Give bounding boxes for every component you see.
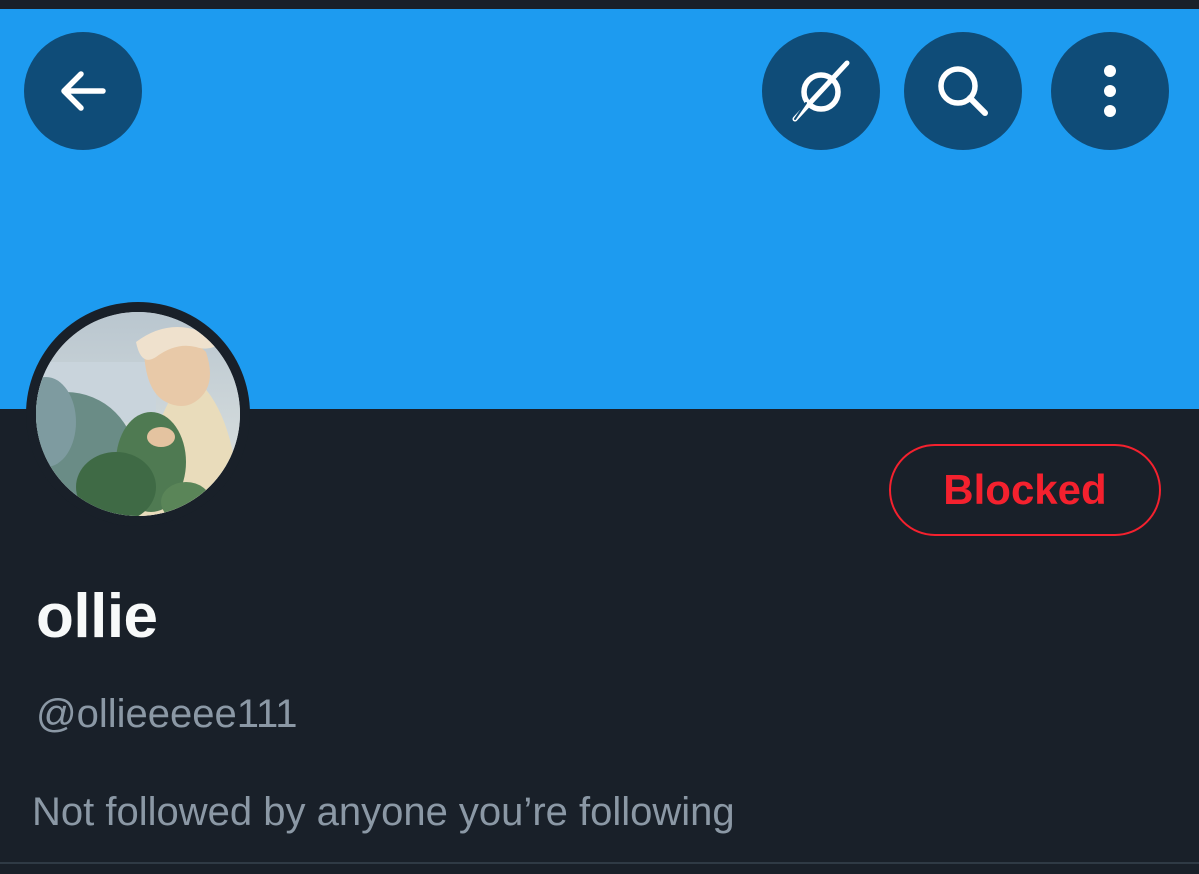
more-vertical-icon: [1104, 65, 1116, 117]
more-options-button[interactable]: [1051, 32, 1169, 150]
blocked-button-label: Blocked: [943, 466, 1107, 513]
grok-icon: [792, 60, 850, 122]
grok-button[interactable]: [762, 32, 880, 150]
profile-page: Blocked ollie @ollieeeee111 Not followed…: [0, 0, 1199, 874]
search-button[interactable]: [904, 32, 1022, 150]
back-button[interactable]: [24, 32, 142, 150]
profile-handle: @ollieeeee111: [36, 692, 298, 736]
avatar[interactable]: [36, 312, 240, 516]
divider: [0, 862, 1199, 864]
avatar-ring: [26, 302, 250, 526]
followers-you-know-note[interactable]: Not followed by anyone you’re following: [32, 788, 735, 836]
avatar-photo: [36, 312, 240, 516]
status-strip: [0, 0, 1199, 9]
profile-display-name: ollie: [36, 582, 158, 651]
arrow-left-icon: [61, 71, 106, 111]
search-icon: [938, 66, 988, 116]
blocked-button[interactable]: Blocked: [889, 444, 1161, 536]
